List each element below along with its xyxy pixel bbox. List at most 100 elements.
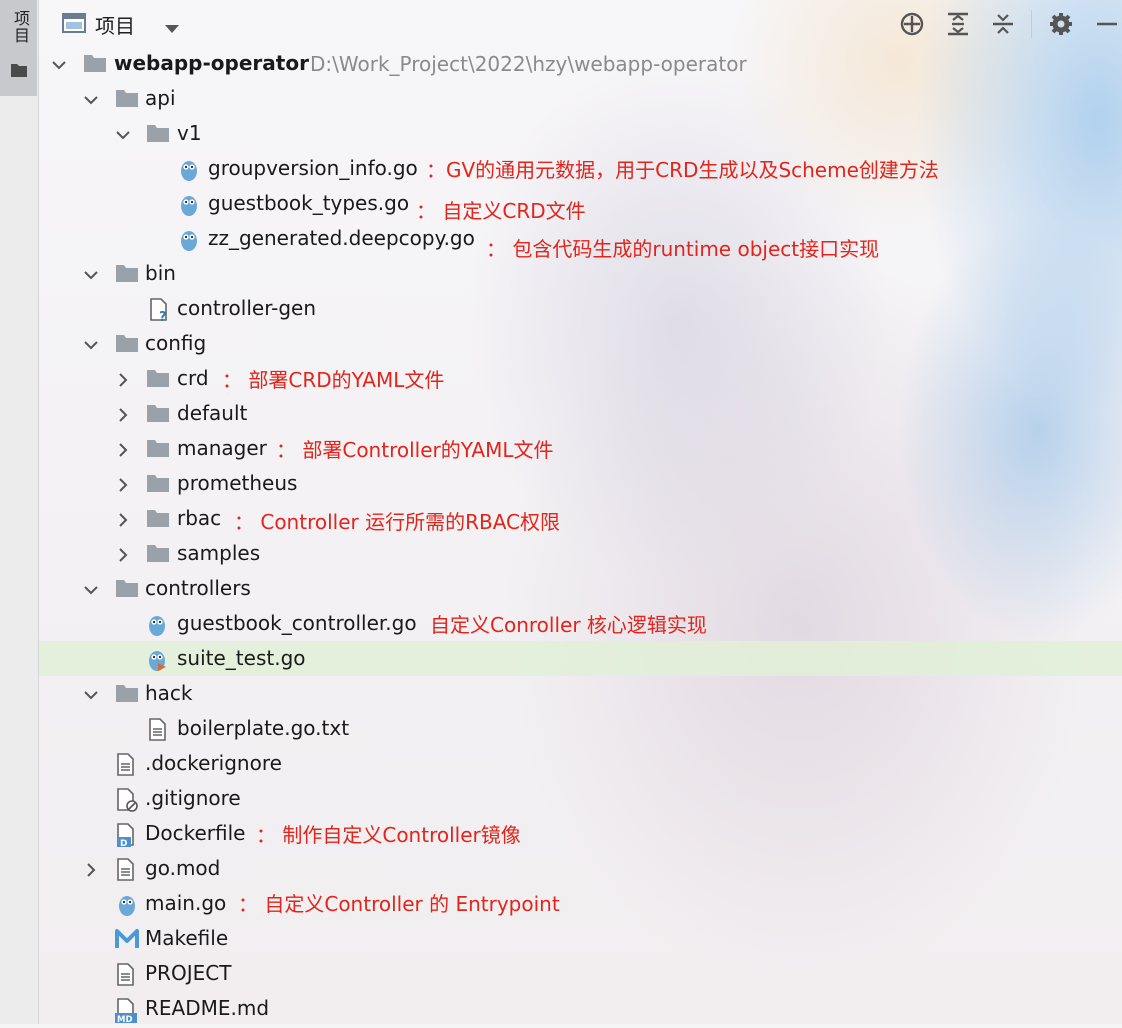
text-file-icon (116, 753, 138, 776)
tree-row-samples[interactable]: samples (38, 536, 1122, 571)
project-tool-tab-label: 项目 (11, 10, 30, 44)
tree-item-label: controller-gen (177, 296, 317, 320)
folder-icon (146, 368, 169, 390)
folder-icon (146, 508, 169, 530)
chevron-right-icon[interactable] (116, 372, 130, 387)
chevron-right-icon[interactable] (116, 442, 130, 457)
folder-icon (11, 62, 27, 81)
go-gopher-icon (178, 193, 200, 216)
tree-item-label: samples (177, 541, 261, 565)
tree-row-api[interactable]: api (38, 81, 1122, 116)
tree-row-bin[interactable]: bin (38, 256, 1122, 291)
tree-item-label: v1 (177, 121, 202, 145)
tree-item-label: bin (145, 261, 176, 285)
folder-icon (146, 123, 169, 145)
go-gopher-icon (116, 893, 138, 916)
folder-icon (115, 263, 138, 285)
annotation-note: ： 自定义CRD文件 (416, 199, 586, 223)
annotation-note: ：GV的通用元数据，用于CRD生成以及Scheme创建方法 (426, 158, 939, 182)
folder-icon (115, 333, 138, 355)
tree-row-file[interactable]: groupversion_info.go ：GV的通用元数据，用于CRD生成以及… (38, 151, 1122, 186)
tree-row-config[interactable]: config (38, 326, 1122, 361)
tree-row-crd[interactable]: crd ： 部署CRD的YAML文件 (38, 361, 1122, 396)
markdown-file-icon: MD (114, 998, 137, 1025)
tree-row-file[interactable]: ? controller-gen (38, 291, 1122, 326)
chevron-right-icon[interactable] (84, 862, 98, 877)
tree-item-label: manager (177, 436, 267, 460)
chevron-down-icon[interactable] (84, 582, 98, 596)
chevron-down-icon[interactable] (52, 57, 66, 71)
minimize-icon[interactable] (1094, 11, 1120, 37)
tree-item-label: main.go (145, 891, 227, 915)
tree-row-file[interactable]: main.go ： 自定义Controller 的 Entrypoint (38, 886, 1122, 921)
folder-icon (115, 683, 138, 705)
chevron-down-icon[interactable] (84, 92, 98, 106)
tree-item-label: boilerplate.go.txt (177, 716, 350, 740)
svg-text:MD: MD (117, 1015, 133, 1024)
chevron-right-icon[interactable] (116, 477, 130, 492)
tree-row-file[interactable]: .gitignore (38, 781, 1122, 816)
tree-row-prometheus[interactable]: prometheus (38, 466, 1122, 501)
collapse-all-icon[interactable] (990, 11, 1016, 37)
gear-icon[interactable] (1048, 11, 1074, 37)
ignore-file-icon (116, 788, 138, 812)
tree-row-root[interactable]: webapp-operator D:\Work_Project\2022\hzy… (38, 46, 1122, 81)
tree-item-label: Makefile (145, 926, 229, 950)
tree-row-default[interactable]: default (38, 396, 1122, 431)
root-name: webapp-operator (114, 51, 309, 75)
tree-row-file[interactable]: boilerplate.go.txt (38, 711, 1122, 746)
tree-item-label: prometheus (177, 471, 298, 495)
tree-row-file[interactable]: .dockerignore (38, 746, 1122, 781)
tree-item-label: Dockerfile (145, 821, 246, 845)
folder-icon (146, 438, 169, 460)
unknown-file-icon: ? (148, 298, 170, 325)
chevron-right-icon[interactable] (116, 407, 130, 422)
folder-icon (83, 53, 106, 75)
tree-row-file[interactable]: zz_generated.deepcopy.go ： 包含代码生成的runtim… (38, 221, 1122, 261)
tree-row-controllers[interactable]: controllers (38, 571, 1122, 606)
tree-row-file[interactable]: D Dockerfile ： 制作自定义Controller镜像 (38, 816, 1122, 851)
tree-row-file-selected[interactable]: suite_test.go (38, 641, 1122, 676)
tree-item-label: PROJECT (145, 961, 232, 985)
chevron-down-icon[interactable] (84, 337, 98, 351)
chevron-down-icon[interactable] (116, 127, 130, 141)
tree-item-label: guestbook_controller.go (177, 611, 417, 635)
tree-row-go-mod[interactable]: go.mod (38, 851, 1122, 886)
tree-row-file[interactable]: MD README.md (38, 991, 1122, 1026)
project-view-icon (62, 13, 86, 37)
annotation-note: ： 部署CRD的YAML文件 (222, 368, 445, 392)
tree-row-manager[interactable]: manager ： 部署Controller的YAML文件 (38, 431, 1122, 466)
tree-item-label: crd (177, 366, 209, 390)
view-selector-title[interactable]: 项目 (95, 10, 135, 39)
go-test-icon (146, 648, 168, 671)
chevron-right-icon[interactable] (116, 547, 130, 562)
expand-all-icon[interactable] (945, 11, 971, 37)
docker-file-icon: D (116, 823, 138, 849)
folder-icon (146, 473, 169, 495)
annotation-note: ： Controller 运行所需的RBAC权限 (234, 510, 561, 534)
tree-item-label: .gitignore (145, 786, 241, 810)
tree-row-rbac[interactable]: rbac ： Controller 运行所需的RBAC权限 (38, 501, 1122, 536)
tree-row-file[interactable]: guestbook_types.go ： 自定义CRD文件 (38, 186, 1122, 223)
tree-row-file[interactable]: guestbook_controller.go 自定义Conroller 核心逻… (38, 606, 1122, 641)
tree-row-file[interactable]: PROJECT (38, 956, 1122, 991)
project-toolbar: 项目 (38, 0, 1122, 48)
tree-item-label: default (177, 401, 248, 425)
tree-item-label: groupversion_info.go (208, 156, 418, 180)
tree-item-label: suite_test.go (177, 646, 306, 670)
chevron-down-icon[interactable] (84, 687, 98, 701)
annotation-note: ： 部署Controller的YAML文件 (276, 438, 554, 462)
tree-row-hack[interactable]: hack (38, 676, 1122, 711)
locate-icon[interactable] (899, 11, 925, 37)
chevron-down-icon[interactable] (164, 19, 180, 38)
project-tool-tab[interactable]: 项目 (0, 0, 37, 96)
chevron-right-icon[interactable] (116, 512, 130, 527)
tree-row-v1[interactable]: v1 (38, 116, 1122, 151)
folder-icon (115, 578, 138, 600)
go-gopher-icon (178, 158, 200, 181)
tree-item-label: rbac (177, 506, 222, 530)
annotation-note: ： 自定义Controller 的 Entrypoint (238, 892, 560, 916)
tree-row-file[interactable]: Makefile (38, 921, 1122, 956)
tree-item-label: hack (145, 681, 193, 705)
chevron-down-icon[interactable] (84, 267, 98, 281)
